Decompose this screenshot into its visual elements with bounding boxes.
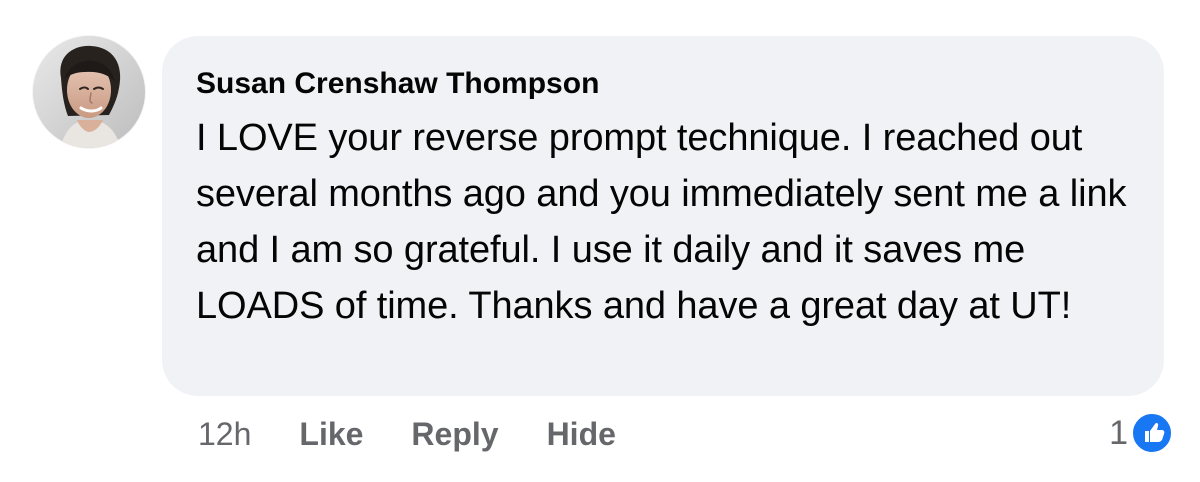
reply-button[interactable]: Reply xyxy=(411,416,498,453)
avatar[interactable] xyxy=(33,36,145,148)
comment-actions: 12h Like Reply Hide xyxy=(198,412,664,456)
comment-item: Susan Crenshaw Thompson I LOVE your reve… xyxy=(0,0,1200,482)
comment-timestamp[interactable]: 12h xyxy=(198,416,251,453)
reaction-count: 1 xyxy=(1109,413,1128,452)
comment-bubble: Susan Crenshaw Thompson I LOVE your reve… xyxy=(162,36,1164,396)
thumbs-up-icon xyxy=(1130,411,1174,455)
like-button[interactable]: Like xyxy=(299,416,363,453)
comment-author[interactable]: Susan Crenshaw Thompson xyxy=(196,66,1130,102)
reaction-summary[interactable]: 1 xyxy=(1109,408,1174,458)
hide-button[interactable]: Hide xyxy=(547,416,616,453)
comment-text: I LOVE your reverse prompt technique. I … xyxy=(196,117,1127,327)
